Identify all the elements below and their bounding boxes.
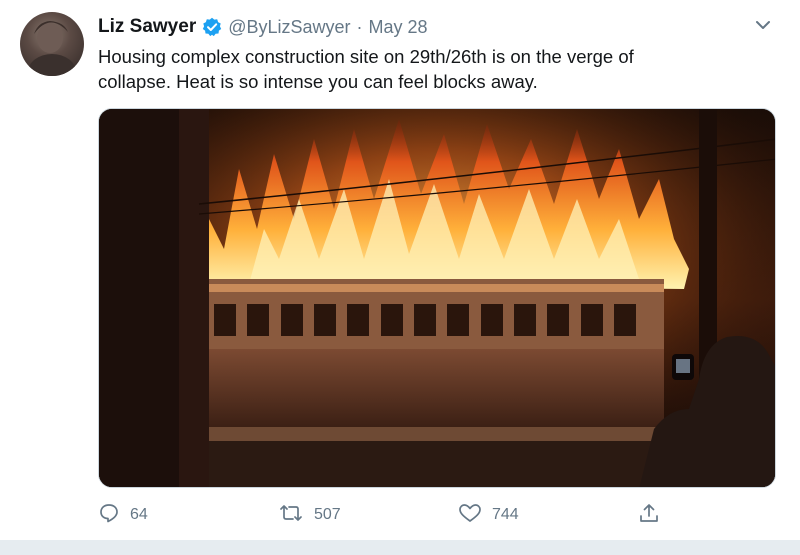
retweet-icon [278,502,314,529]
heart-icon [458,502,492,529]
tweet-card[interactable]: Liz Sawyer @ByLizSawyer · May 28 Housing… [0,0,800,540]
author-handle[interactable]: @ByLizSawyer [228,17,350,38]
retweet-count: 507 [314,506,341,523]
reply-button[interactable]: 64 [98,500,148,530]
author-name[interactable]: Liz Sawyer [98,16,196,38]
header-separator: · [356,16,363,37]
tweet-photo[interactable] [98,108,776,488]
tweet-text-line: collapse. Heat is so intense you can fee… [98,71,538,92]
reply-count: 64 [130,506,148,523]
tweet-text-line: Housing complex construction site on 29t… [98,46,634,67]
verified-badge-icon [202,17,222,37]
share-icon [638,502,670,529]
retweet-button[interactable]: 507 [278,500,341,530]
tweet-header: Liz Sawyer @ByLizSawyer · May 28 [98,14,428,40]
reply-icon [98,502,130,529]
avatar[interactable] [20,12,84,76]
chevron-down-icon[interactable] [752,14,774,36]
bottom-divider [0,540,800,555]
share-button[interactable] [638,500,670,530]
tweet-text: Housing complex construction site on 29t… [98,44,758,94]
like-button[interactable]: 744 [458,500,519,530]
tweet-date[interactable]: May 28 [369,17,428,38]
tweet-actions: 64 507 744 [98,500,698,530]
like-count: 744 [492,506,519,523]
